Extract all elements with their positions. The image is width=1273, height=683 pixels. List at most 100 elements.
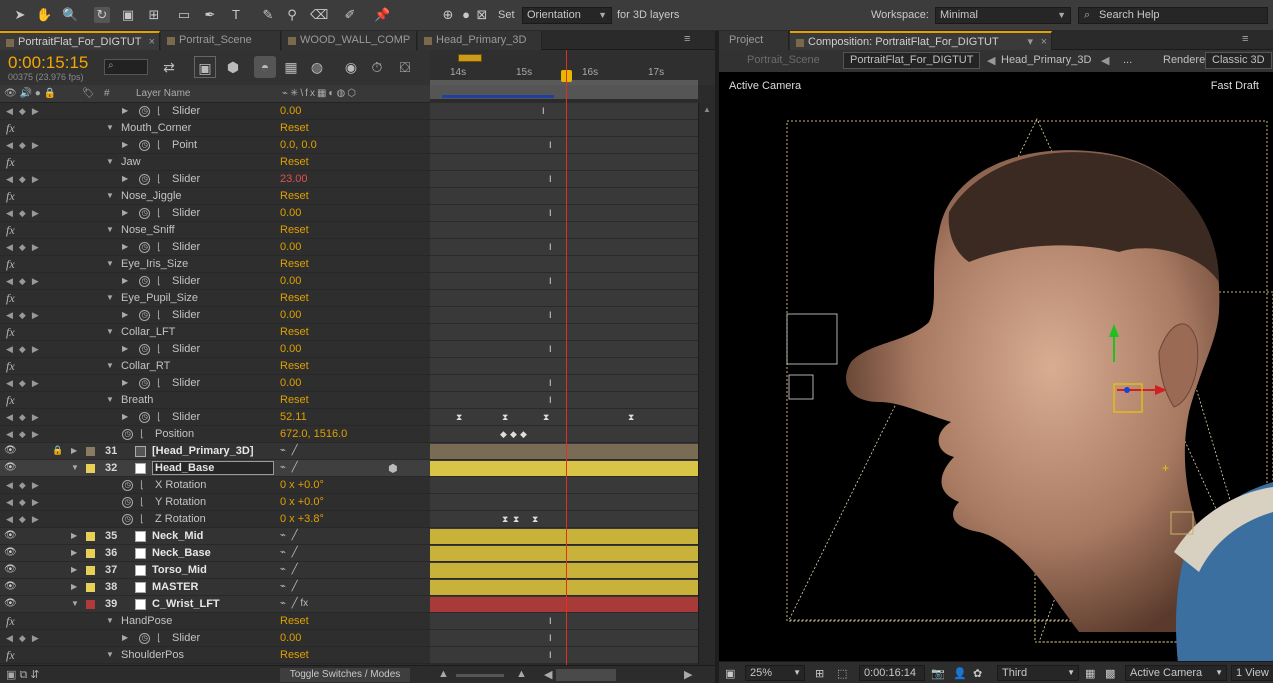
keyframe-icon[interactable]: ◆	[520, 429, 527, 440]
pen-tool-icon[interactable]: ✒	[202, 7, 218, 23]
twirl-right-icon[interactable]: ▶	[71, 548, 77, 557]
layer-row[interactable]: 👁 ▶ 35 Neck_Mid ⌁ ╱	[0, 528, 430, 545]
brush-tool-icon[interactable]: ✎	[260, 7, 276, 23]
3d-layer-icon[interactable]: ⬢	[388, 462, 398, 475]
timeline-track[interactable]	[430, 324, 698, 341]
fx-icon[interactable]: fx	[6, 121, 15, 136]
stopwatch-icon[interactable]: ◷	[139, 106, 150, 117]
twirl-down-icon[interactable]: ▼	[71, 463, 79, 472]
timeline-track[interactable]: I	[430, 392, 698, 409]
stopwatch-icon[interactable]: ◷	[122, 514, 133, 525]
effect-reset-link[interactable]: Reset	[280, 394, 309, 406]
motion-blur-icon[interactable]: ◍	[306, 56, 328, 78]
effect-row[interactable]: fx ▼ Collar_RT Reset	[0, 358, 430, 375]
graph-icon[interactable]: ⌊	[157, 140, 161, 151]
property-value[interactable]: 23.00	[280, 173, 308, 185]
effect-row[interactable]: fx ▼ HandPose Reset	[0, 613, 430, 630]
timeline-track[interactable]: I	[430, 647, 698, 664]
stopwatch-icon[interactable]: ◷	[139, 412, 150, 423]
keyframe-navigator-icon[interactable]: ◀◆▶	[6, 106, 45, 117]
twirl-down-icon[interactable]: ▼	[106, 123, 114, 132]
type-tool-icon[interactable]: T	[228, 7, 244, 23]
pan-behind-tool-icon[interactable]: ⊞	[146, 7, 162, 23]
effect-row[interactable]: fx ▼ Mouth_Corner Reset	[0, 120, 430, 137]
fx-icon[interactable]: fx	[6, 223, 15, 238]
timeline-track[interactable]	[430, 494, 698, 511]
chevron-down-icon[interactable]: ▾	[1027, 33, 1033, 51]
effect-reset-link[interactable]: Reset	[280, 649, 309, 661]
effect-reset-link[interactable]: Reset	[280, 615, 309, 627]
timeline-track[interactable]	[430, 460, 698, 477]
layer-row[interactable]: 👁 ▶ 36 Neck_Base ⌁ ╱	[0, 545, 430, 562]
layer-duration-bar[interactable]	[430, 580, 698, 595]
fx-icon[interactable]: fx	[6, 189, 15, 204]
stopwatch-icon[interactable]: ◷	[139, 344, 150, 355]
horizontal-scroll-thumb[interactable]	[556, 669, 616, 681]
label-color-swatch[interactable]	[86, 464, 95, 473]
tab-portraitflat[interactable]: PortraitFlat_For_DIGTUT ×	[0, 31, 160, 50]
effect-reset-link[interactable]: Reset	[280, 360, 309, 372]
keyframe-icon[interactable]: ◆	[500, 429, 507, 440]
effect-reset-link[interactable]: Reset	[280, 190, 309, 202]
z-axis-gizmo[interactable]	[1124, 387, 1130, 393]
keyframe-icon[interactable]: ⧗	[532, 514, 538, 525]
graph-icon[interactable]: ⌊	[140, 429, 144, 440]
3d-cube-icon[interactable]: ⬢	[222, 56, 244, 78]
keyframe-navigator-icon[interactable]: ◀◆▶	[6, 633, 45, 644]
channel-icon[interactable]: ✿	[973, 667, 982, 680]
timeline-track[interactable]: I	[430, 375, 698, 392]
keyframe-icon[interactable]: I	[549, 174, 552, 184]
graph-icon[interactable]: ⌊	[157, 412, 161, 423]
twirl-down-icon[interactable]: ▼	[106, 259, 114, 268]
keyframe-icon[interactable]: I	[549, 378, 552, 388]
visibility-eye-icon[interactable]: 👁	[4, 581, 17, 592]
fx-icon[interactable]: fx	[6, 325, 15, 340]
keyframe-navigator-icon[interactable]: ◀◆▶	[6, 310, 45, 321]
twirl-right-icon[interactable]: ▶	[122, 310, 128, 319]
transparency-grid-icon[interactable]: ▩	[1105, 667, 1115, 680]
property-row[interactable]: ◀◆▶ ▶ ◷ ⌊ Slider 0.00	[0, 307, 430, 324]
label-color-swatch[interactable]	[86, 600, 95, 609]
puppet-pin-tool-icon[interactable]: 📌	[374, 7, 390, 23]
local-axis-icon[interactable]: ⊕	[440, 7, 456, 23]
frame-blending-icon[interactable]: ▦	[280, 56, 302, 78]
keyframe-icon[interactable]: I	[542, 106, 545, 116]
layer-duration-bar[interactable]	[430, 461, 698, 476]
timeline-track[interactable]: I	[430, 273, 698, 290]
graph-icon[interactable]: ⌊	[140, 480, 144, 491]
property-value[interactable]: 0 x +3.8°	[280, 513, 324, 525]
layer-row[interactable]: 👁 ▼ 39 C_Wrist_LFT ⌁ ╱ fx	[0, 596, 430, 613]
timeline-track[interactable]: I	[430, 137, 698, 154]
footer-icons[interactable]: ▣ ⧉ ⇵	[6, 668, 40, 682]
graph-icon[interactable]: ⌊	[157, 276, 161, 287]
time-ruler[interactable]: 14s 15s 16s 17s	[430, 50, 715, 85]
twirl-down-icon[interactable]: ▼	[106, 616, 114, 625]
renderer-button[interactable]: Classic 3D	[1205, 52, 1272, 69]
fx-icon[interactable]: fx	[6, 257, 15, 272]
graph-icon[interactable]: ⌊	[157, 208, 161, 219]
visibility-eye-icon[interactable]: 👁	[4, 564, 17, 575]
keyframe-navigator-icon[interactable]: ◀◆▶	[6, 140, 45, 151]
layer-name[interactable]: Head_Base	[152, 461, 274, 475]
twirl-right-icon[interactable]: ▶	[122, 276, 128, 285]
twirl-down-icon[interactable]: ▼	[106, 157, 114, 166]
twirl-right-icon[interactable]: ▶	[122, 106, 128, 115]
fx-icon[interactable]: fx	[6, 359, 15, 374]
fx-icon[interactable]: fx	[6, 648, 15, 663]
view-layout-dropdown[interactable]: Third ▼	[997, 665, 1079, 681]
keyframe-icon[interactable]: I	[549, 310, 552, 320]
timeline-track[interactable]: I	[430, 171, 698, 188]
layer-search-input[interactable]: ⌕	[104, 59, 148, 75]
work-area-bar[interactable]	[458, 54, 482, 62]
always-preview-icon[interactable]: ▣	[725, 667, 735, 680]
show-snapshot-icon[interactable]: 👤	[953, 667, 967, 680]
composition-viewer[interactable]: Active Camera Fast Draft +	[719, 72, 1273, 661]
property-row[interactable]: ◀◆▶ ▶ ◷ ⌊ Slider 0.00	[0, 375, 430, 392]
property-value[interactable]: 0.00	[280, 343, 301, 355]
property-value[interactable]: 0.00	[280, 275, 301, 287]
scroll-up-icon[interactable]: ▲	[703, 105, 711, 114]
stopwatch-icon[interactable]: ◷	[122, 497, 133, 508]
layer-name[interactable]: [Head_Primary_3D]	[152, 445, 254, 457]
keyframe-navigator-icon[interactable]: ◀◆▶	[6, 480, 45, 491]
timeline-track[interactable]: I	[430, 239, 698, 256]
